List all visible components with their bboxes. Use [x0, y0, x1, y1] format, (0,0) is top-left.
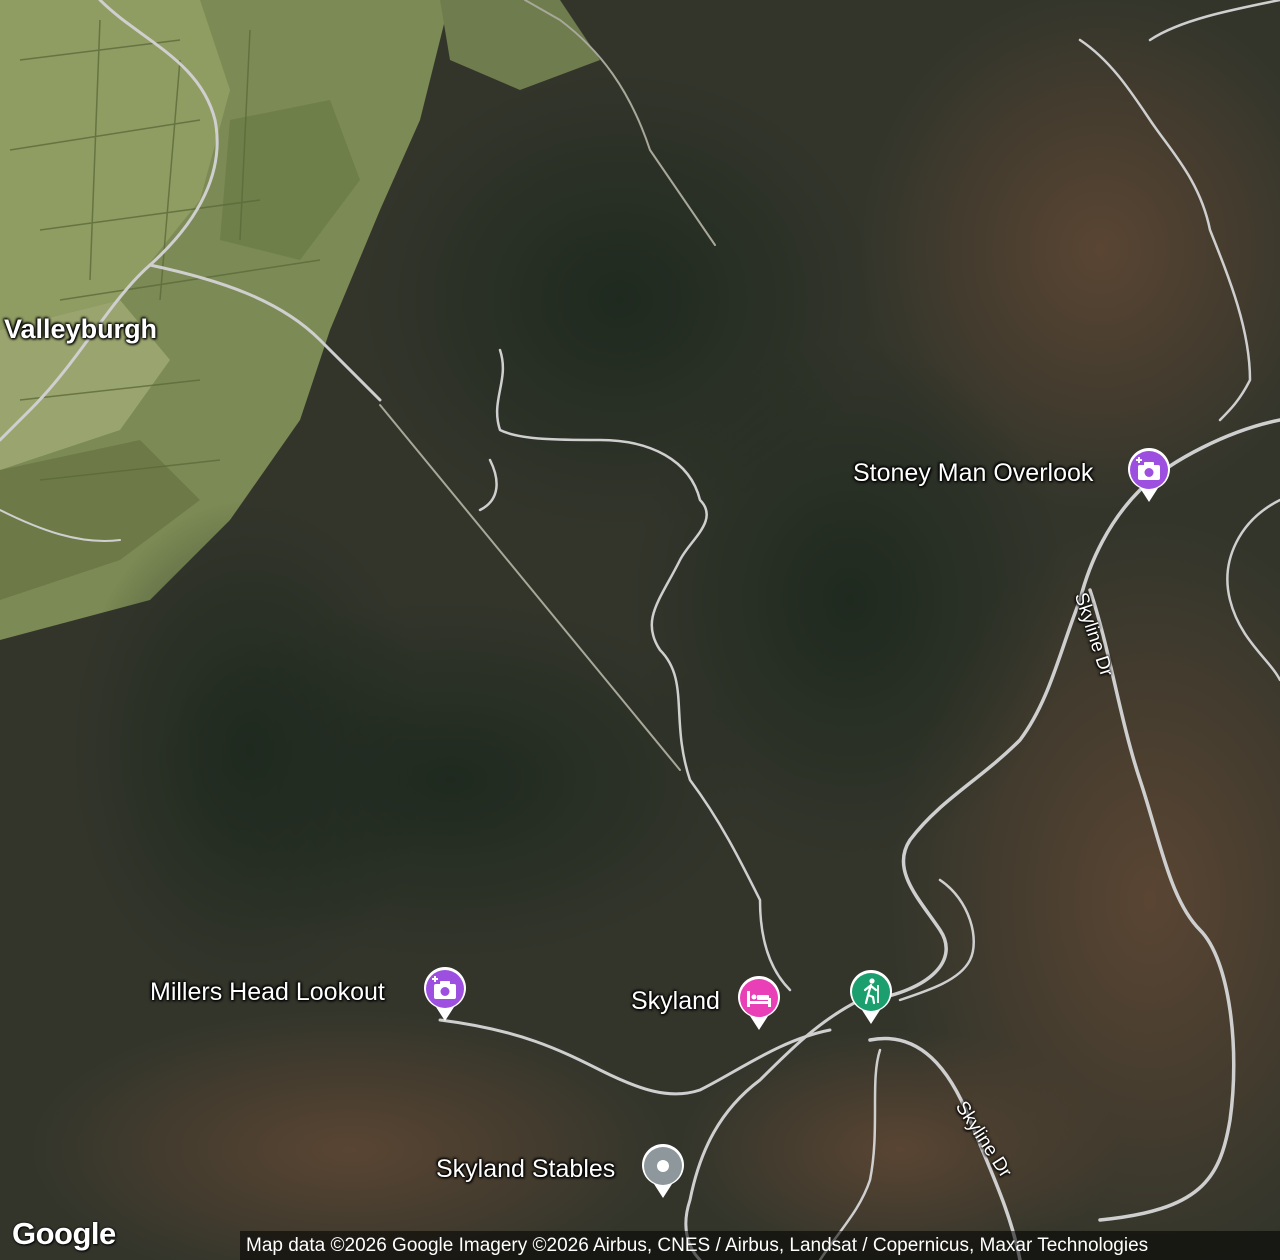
poi-label-skyland-stables[interactable]: Skyland Stables	[436, 1157, 615, 1182]
poi-pin-hiking-trail[interactable]	[847, 968, 895, 1028]
dot-icon	[642, 1144, 684, 1198]
map-attribution[interactable]: Map data ©2026 Google Imagery ©2026 Airb…	[240, 1231, 1280, 1260]
poi-label-millers-head-lookout[interactable]: Millers Head Lookout	[150, 980, 385, 1005]
poi-pin-stoney-man-overlook[interactable]	[1125, 446, 1173, 506]
map-canvas[interactable]: Valleyburgh Skyline Dr Skyline Dr Stoney…	[0, 0, 1280, 1260]
poi-pin-millers-head-lookout[interactable]	[421, 965, 469, 1025]
hiker-icon	[850, 970, 892, 1024]
poi-pin-skyland[interactable]	[735, 974, 783, 1034]
camera-plus-icon	[1128, 448, 1170, 502]
poi-label-stoney-man-overlook[interactable]: Stoney Man Overlook	[853, 461, 1093, 486]
town-label[interactable]: Valleyburgh	[4, 316, 157, 343]
camera-plus-icon	[424, 967, 466, 1021]
poi-pin-skyland-stables[interactable]	[639, 1142, 687, 1202]
google-logo: Google	[12, 1216, 116, 1251]
poi-label-skyland[interactable]: Skyland	[631, 989, 720, 1014]
bed-icon	[738, 976, 780, 1030]
